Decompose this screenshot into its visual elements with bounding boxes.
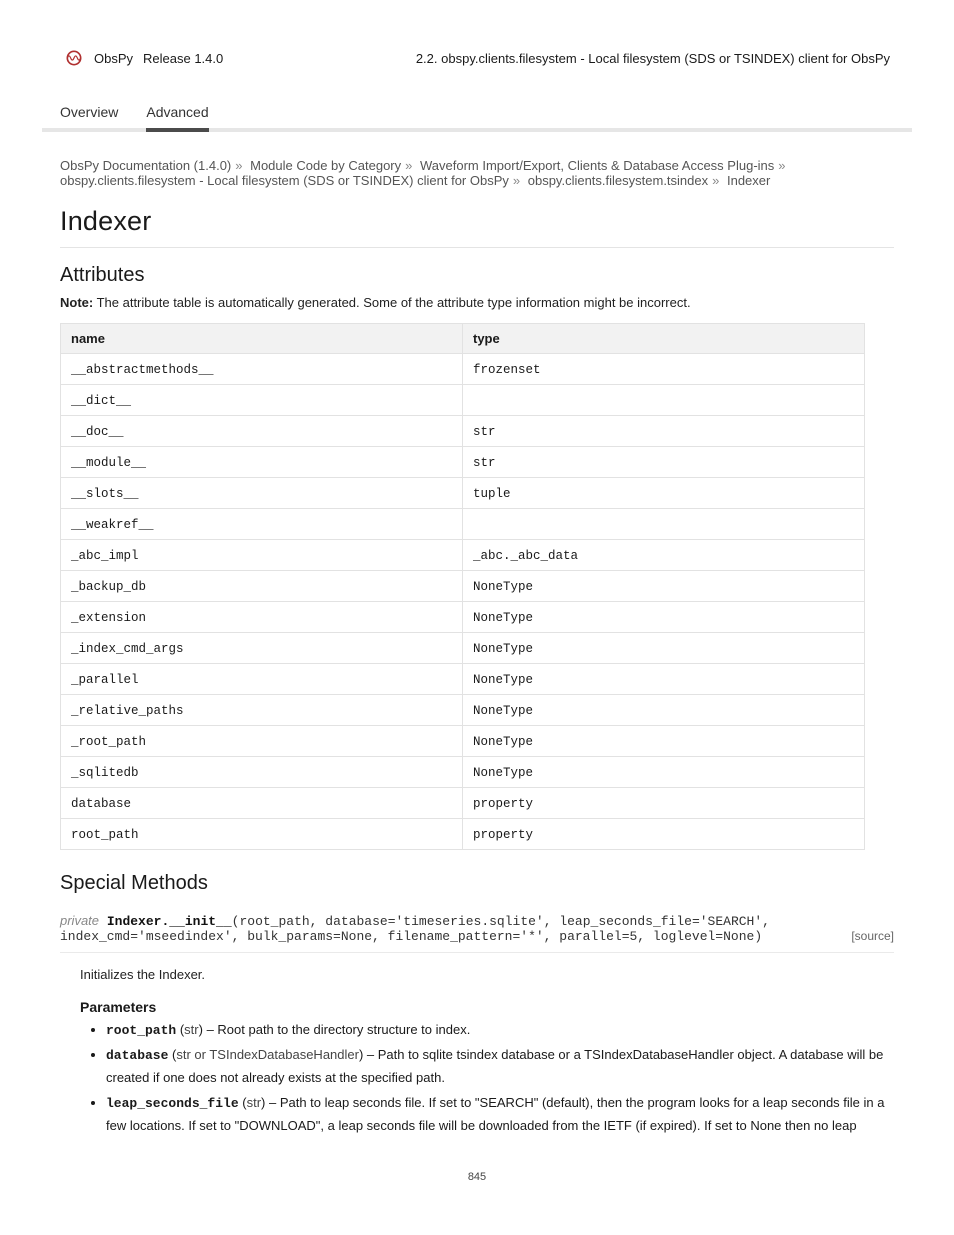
attr-name-cell: root_path (61, 819, 463, 850)
table-row: _extensionNoneType (61, 602, 865, 633)
table-row: _abc_impl_abc._abc_data (61, 540, 865, 571)
attr-name-cell: _extension (61, 602, 463, 633)
table-row: _index_cmd_argsNoneType (61, 633, 865, 664)
func-name: Indexer.__init__ (107, 914, 232, 929)
attr-name-cell: _backup_db (61, 571, 463, 602)
function-signature: private Indexer.__init__(root_path, data… (60, 913, 894, 944)
attr-name-cell: _parallel (61, 664, 463, 695)
attr-type-cell: property (463, 788, 865, 819)
param-item: leap_seconds_file (str) – Path to leap s… (106, 1092, 894, 1137)
table-row: __doc__str (61, 416, 865, 447)
attr-name-cell: _root_path (61, 726, 463, 757)
attributes-heading: Attributes (60, 264, 894, 287)
source-link[interactable]: [source] (851, 929, 894, 943)
table-row: _relative_pathsNoneType (61, 695, 865, 726)
attr-type-cell: frozenset (463, 354, 865, 385)
breadcrumb: ObsPy Documentation (1.4.0)» Module Code… (60, 158, 894, 188)
header-section: 2.2. obspy.clients.filesystem - Local fi… (416, 51, 890, 66)
table-row: __abstractmethods__frozenset (61, 354, 865, 385)
attr-type-cell: NoneType (463, 695, 865, 726)
crumb-2[interactable]: Waveform Import/Export, Clients & Databa… (420, 158, 774, 173)
attr-type-cell: NoneType (463, 757, 865, 788)
table-row: _root_pathNoneType (61, 726, 865, 757)
attr-name-cell: __weakref__ (61, 509, 463, 540)
attr-type-cell: _abc._abc_data (463, 540, 865, 571)
page-number: 845 (60, 1171, 894, 1183)
func-visibility: private (60, 913, 99, 928)
header-library: ObsPy (94, 51, 133, 66)
attr-name-cell: __abstractmethods__ (61, 354, 463, 385)
attr-name-cell: _relative_paths (61, 695, 463, 726)
page-title: Indexer (60, 206, 894, 237)
attr-col-type: type (463, 324, 865, 354)
parameters-block: root_path (str) – Root path to the direc… (86, 1019, 894, 1136)
header-version: Release 1.4.0 (143, 51, 223, 66)
tab-overview[interactable]: Overview (60, 104, 118, 132)
attr-name-cell: __module__ (61, 447, 463, 478)
table-row: __weakref__ (61, 509, 865, 540)
attr-type-cell: NoneType (463, 602, 865, 633)
attr-col-name: name (61, 324, 463, 354)
methods-heading: Special Methods (60, 872, 894, 895)
attr-type-cell: NoneType (463, 664, 865, 695)
table-row: __slots__tuple (61, 478, 865, 509)
attr-type-cell: tuple (463, 478, 865, 509)
attr-type-cell: str (463, 416, 865, 447)
table-row: _backup_dbNoneType (61, 571, 865, 602)
page: ObsPy Release 1.4.0 2.2. obspy.clients.f… (0, 0, 954, 1223)
crumb-3[interactable]: obspy.clients.filesystem - Local filesys… (60, 173, 509, 188)
attr-type-cell: NoneType (463, 726, 865, 757)
page-header: ObsPy Release 1.4.0 2.2. obspy.clients.f… (60, 48, 894, 68)
table-row: _sqlitedbNoneType (61, 757, 865, 788)
attr-name-cell: _sqlitedb (61, 757, 463, 788)
param-item: database (str or TSIndexDatabaseHandler)… (106, 1044, 894, 1089)
attr-type-cell: str (463, 447, 865, 478)
attr-name-cell: __slots__ (61, 478, 463, 509)
attr-name-cell: database (61, 788, 463, 819)
table-row: root_pathproperty (61, 819, 865, 850)
param-item: root_path (str) – Root path to the direc… (106, 1019, 894, 1042)
tab-advanced[interactable]: Advanced (146, 104, 208, 132)
table-row: __dict__ (61, 385, 865, 416)
header-left: ObsPy Release 1.4.0 (64, 48, 223, 68)
attr-type-cell (463, 385, 865, 416)
attributes-note: Note: The attribute table is automatical… (60, 293, 894, 313)
attr-type-cell (463, 509, 865, 540)
func-desc: Initializes the Indexer. (80, 965, 894, 985)
attr-type-cell: property (463, 819, 865, 850)
parameters-label: Parameters (80, 999, 894, 1015)
attr-name-cell: _abc_impl (61, 540, 463, 571)
func-rule (60, 952, 894, 953)
attributes-table: name type __abstractmethods__frozenset__… (60, 323, 865, 850)
attr-name-cell: _index_cmd_args (61, 633, 463, 664)
title-rule (60, 247, 894, 248)
attr-type-cell: NoneType (463, 571, 865, 602)
crumb-1[interactable]: Module Code by Category (250, 158, 401, 173)
table-row: databaseproperty (61, 788, 865, 819)
table-row: __module__str (61, 447, 865, 478)
attr-name-cell: __doc__ (61, 416, 463, 447)
crumb-0[interactable]: ObsPy Documentation (1.4.0) (60, 158, 231, 173)
attr-name-cell: __dict__ (61, 385, 463, 416)
attr-type-cell: NoneType (463, 633, 865, 664)
crumb-5: Indexer (727, 173, 770, 188)
crumb-4[interactable]: obspy.clients.filesystem.tsindex (528, 173, 708, 188)
table-row: _parallelNoneType (61, 664, 865, 695)
obspy-logo-icon (64, 48, 84, 68)
tab-strip: Overview Advanced (42, 104, 912, 132)
